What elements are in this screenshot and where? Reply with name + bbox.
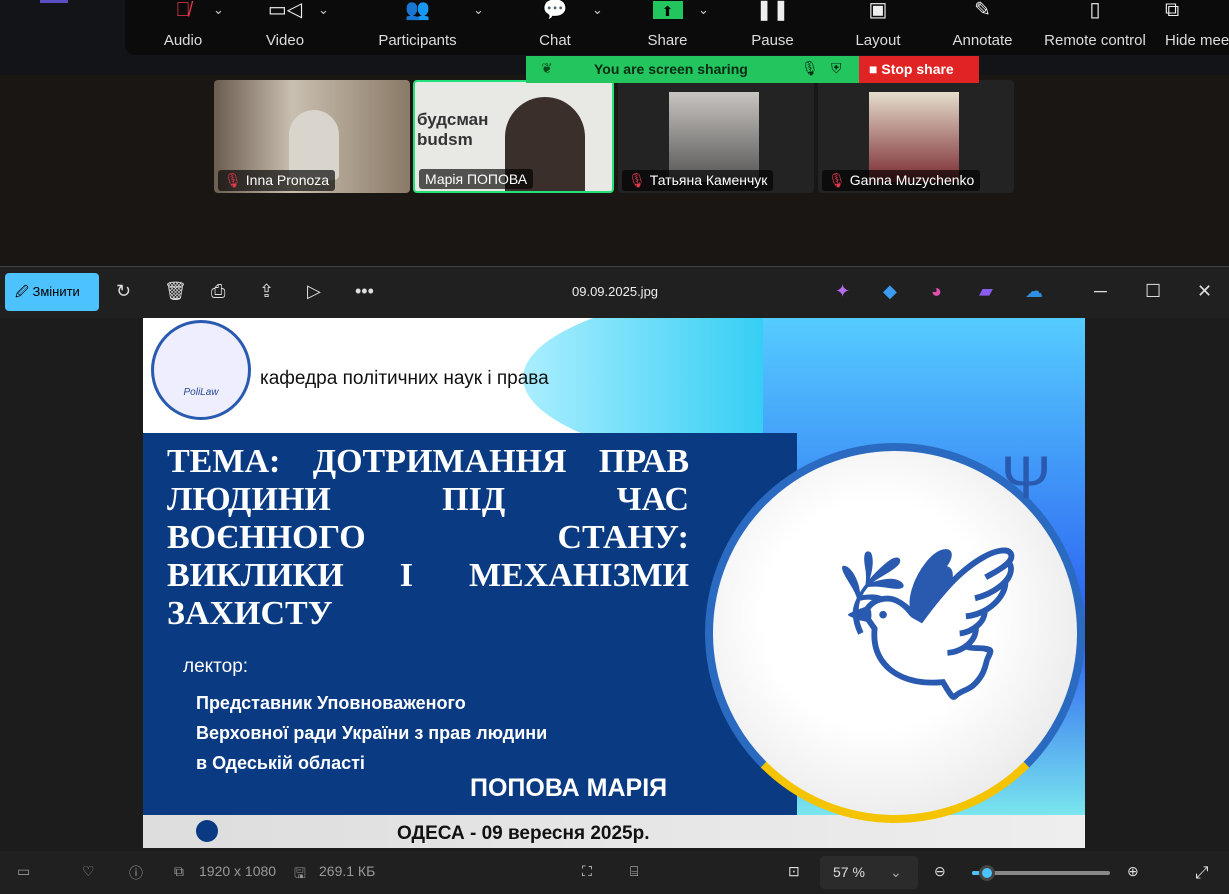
participant-photo	[869, 92, 959, 182]
zoom-slider-thumb[interactable]	[978, 865, 995, 881]
dimensions-icon: ⧉	[174, 863, 184, 879]
delete-icon[interactable]: 🗑	[164, 281, 187, 302]
chat-button[interactable]: 💬 Chat	[530, 0, 580, 55]
video-options-chevron[interactable]: ⌄	[318, 2, 329, 18]
zoom-meeting-toolbar: 🎙̸ Audio ⌄ ▭◁ Video ⌄ 👥 Participants ⌄ 💬 Cha…	[125, 0, 1229, 55]
mouse-icon: ▯	[1089, 0, 1101, 21]
image-canvas: PoliLaw кафедра політичних наук і права …	[143, 318, 1085, 848]
title-bar: 🖉 Змінити ↻ 🗑 ⎙ ⇪ ▷ ••• 09.09.2025.jpg ✦…	[0, 267, 1229, 318]
share-button[interactable]: ⬆ Share	[640, 0, 695, 55]
hide-icon: ⧉	[1165, 0, 1180, 21]
rotate-icon[interactable]: ↻	[116, 281, 131, 302]
chevron-down-icon: ⌄	[890, 864, 902, 880]
fit-to-window-icon[interactable]: ⊡	[788, 863, 800, 880]
stop-share-button[interactable]: ■ Stop share	[859, 56, 979, 83]
window-fragment	[40, 0, 68, 3]
zoom-slider[interactable]	[972, 865, 1110, 881]
file-size: 269.1 КБ	[319, 863, 376, 879]
share-options-chevron[interactable]: ⌄	[698, 2, 709, 18]
layout-icon: ▣	[868, 0, 888, 21]
muted-mic-icon: 🎙	[224, 172, 242, 188]
video-strip	[0, 75, 1229, 265]
minimize-icon[interactable]: ─	[1094, 281, 1107, 302]
maximize-icon[interactable]: ☐	[1145, 281, 1161, 302]
video-button[interactable]: ▭◁ Video	[255, 0, 315, 55]
onedrive-icon[interactable]: ☁	[1025, 281, 1043, 302]
filmstrip-icon[interactable]: ▭	[17, 863, 30, 880]
text-scan-icon[interactable]: ⌸	[630, 863, 638, 880]
photos-app-window: 🖉 Змінити ↻ 🗑 ⎙ ⇪ ▷ ••• 09.09.2025.jpg ✦…	[0, 266, 1229, 894]
disk-icon: 🖫	[294, 865, 306, 881]
info-icon[interactable]: ⓘ	[129, 863, 143, 883]
participants-button[interactable]: 👥 Participants	[370, 0, 465, 55]
fullscreen-icon[interactable]: ⤢	[1195, 863, 1209, 883]
chat-options-chevron[interactable]: ⌄	[592, 2, 603, 18]
favorite-heart-icon[interactable]: ♡	[82, 863, 95, 880]
muted-mic-icon: 🎙	[628, 172, 646, 188]
hide-meeting-controls-button[interactable]: ⧉ Hide mee	[1165, 0, 1229, 55]
status-bar: ▭ ♡ ⓘ ⧉ 1920 x 1080 🖫 269.1 КБ ⛶ ⌸ ⊡ 57 …	[0, 851, 1229, 894]
leaf-icon: ❦	[541, 60, 553, 76]
zoom-out-icon[interactable]: ⊖	[934, 863, 946, 880]
copilot-icon[interactable]: ✦	[835, 281, 850, 302]
lecturer-label: лектор:	[183, 656, 249, 677]
clipchamp-icon[interactable]: ◕	[931, 281, 942, 302]
audio-button[interactable]: 🎙̸ Audio	[153, 0, 213, 55]
remote-control-button[interactable]: ▯ Remote control	[1040, 0, 1150, 55]
screen-sharing-banner: ❦ You are screen sharing 🎙 ⛨	[526, 56, 859, 83]
pause-icon: ❚❚	[755, 0, 790, 21]
image-dimensions: 1920 x 1080	[199, 863, 277, 879]
pause-button[interactable]: ❚❚ Pause	[745, 0, 800, 55]
trident-icon: Ψ	[1001, 444, 1052, 511]
department-logo: PoliLaw	[151, 320, 251, 420]
layout-button[interactable]: ▣ Layout	[850, 0, 906, 55]
participant-tile[interactable]: 🎙 Inna Pronoza	[214, 80, 410, 193]
edit-image-icon: 🖉	[15, 284, 33, 299]
more-icon[interactable]: •••	[355, 281, 374, 302]
slide-title: ТЕМА: ДОТРИМАННЯ ПРАВ ЛЮДИНИ ПІД ЧАС ВОЄ…	[167, 443, 689, 632]
slideshow-icon[interactable]: ▷	[307, 281, 321, 302]
participant-photo	[669, 92, 759, 182]
chat-icon: 💬	[542, 0, 568, 21]
participant-tile[interactable]: 🎙 Ganna Muzychenko	[818, 80, 1014, 193]
participants-options-chevron[interactable]: ⌄	[473, 2, 484, 18]
dove-hand-icon: 🕊	[833, 539, 1024, 707]
zoom-in-icon[interactable]: ⊕	[1127, 863, 1139, 880]
audio-options-chevron[interactable]: ⌄	[213, 2, 224, 18]
globe-icon	[196, 820, 218, 842]
muted-mic-icon[interactable]: 🎙	[801, 60, 819, 77]
participant-tile-active-speaker[interactable]: будсман budsm Марія ПОПОВА	[413, 80, 614, 193]
participants-icon: 👥	[405, 0, 430, 21]
video-camera-icon: ▭◁	[267, 0, 303, 21]
pen-icon: ✎	[974, 0, 991, 21]
share-icon[interactable]: ⇪	[259, 281, 274, 302]
zoom-dropdown[interactable]: 57 % ⌄	[820, 856, 918, 889]
print-icon[interactable]: ⎙	[211, 281, 225, 302]
share-arrow-icon: ⬆	[640, 0, 695, 30]
video-editor-icon[interactable]: ▰	[979, 281, 993, 302]
designer-icon[interactable]: ◆	[883, 281, 897, 302]
stop-square-icon: ■	[869, 61, 882, 77]
department-name: кафедра політичних наук і права	[260, 368, 549, 389]
muted-mic-icon: 🎙̸	[175, 0, 191, 21]
close-icon[interactable]: ✕	[1197, 281, 1212, 302]
annotate-button[interactable]: ✎ Annotate	[945, 0, 1020, 55]
slide-footer: ОДЕСА - 09 вересня 2025р.	[397, 823, 650, 844]
edit-button[interactable]: 🖉 Змінити	[5, 273, 99, 311]
lecturer-description: Представник Уповноваженого Верховної рад…	[196, 693, 548, 773]
scan-icon[interactable]: ⛶	[582, 863, 592, 880]
lecturer-name: ПОПОВА МАРІЯ	[470, 774, 668, 802]
shield-check-icon: ⛨	[831, 60, 842, 76]
file-name: 09.09.2025.jpg	[572, 284, 659, 299]
muted-mic-icon: 🎙	[828, 172, 846, 188]
participant-tile[interactable]: 🎙 Татьяна Каменчук	[618, 80, 814, 193]
